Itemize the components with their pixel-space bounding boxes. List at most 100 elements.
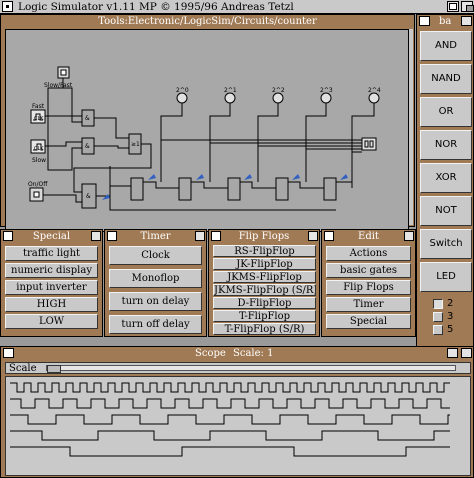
app-copyright: © 1995/96 Andreas Tetzl	[160, 1, 294, 13]
gate-and-1[interactable]: &	[85, 115, 90, 122]
scope-canvas	[5, 376, 471, 476]
edit-panel-title: Edit	[358, 231, 379, 242]
zoom-icon[interactable]	[308, 231, 318, 241]
rs-flipflop-button[interactable]: RS-FlipFlop	[213, 245, 316, 257]
zoom-icon[interactable]	[447, 348, 458, 358]
gate-or-1[interactable]: ≥1	[131, 141, 140, 148]
radio-5[interactable]	[433, 325, 443, 335]
special-panel-title: Special	[32, 231, 71, 242]
scale-bar: Scale	[5, 362, 471, 374]
inputs-2-option[interactable]: 2	[433, 298, 469, 310]
turn-off-delay-button[interactable]: turn off delay	[109, 315, 202, 334]
gate-palette-header: ba	[417, 15, 473, 28]
scope-signal-2	[10, 414, 450, 425]
clock-button[interactable]: Clock	[109, 246, 202, 265]
close-icon[interactable]	[2, 1, 13, 12]
d-flipflop-button[interactable]: D-FlipFlop	[213, 297, 316, 309]
inputs-5-label: 5	[447, 324, 454, 335]
label-bit-1: 2^1	[224, 87, 237, 94]
label-slow: Slow	[32, 157, 46, 164]
scale-slider-knob[interactable]	[47, 365, 61, 373]
zoom-icon[interactable]	[461, 16, 472, 26]
special-button[interactable]: Special	[326, 314, 411, 329]
monoflop-button[interactable]: Monoflop	[109, 269, 202, 288]
radio-3[interactable]	[433, 312, 443, 322]
inputs-2-label: 2	[447, 298, 454, 309]
label-bit-3: 2^3	[320, 87, 333, 94]
app-titlebar: Logic Simulator v1.11 MP © 1995/96 Andre…	[0, 0, 474, 14]
circuit-window: Tools:Electronic/LogicSim/Circuits/count…	[0, 14, 415, 232]
gate-and-3[interactable]: &	[86, 193, 91, 200]
inputs-5-option[interactable]: 5	[433, 324, 469, 336]
label-clk-2: CLK	[34, 146, 44, 152]
high-button[interactable]: HIGH	[5, 297, 98, 312]
label-bit-2: 2^2	[272, 87, 285, 94]
app-name: Logic Simulator v1.11 MP	[18, 1, 157, 13]
numeric-display-button[interactable]: numeric display	[5, 263, 98, 278]
scope-signal-0	[10, 382, 450, 393]
xor-button[interactable]: XOR	[420, 163, 472, 193]
low-button[interactable]: LOW	[5, 314, 98, 329]
inputs-3-label: 3	[447, 311, 454, 322]
scope-scale-text: Scale: 1	[233, 348, 274, 359]
flip-flops-button[interactable]: Flip Flops	[326, 280, 411, 295]
label-clk-1: CLK	[34, 116, 44, 122]
nor-button[interactable]: NOR	[420, 130, 472, 160]
gate-and-2[interactable]: &	[85, 143, 90, 150]
flipflops-panel-title: Flip Flops	[238, 231, 290, 242]
radio-2[interactable]	[433, 299, 443, 309]
led-button[interactable]: LED	[420, 262, 472, 292]
scale-slider[interactable]	[46, 365, 456, 373]
depth-icon[interactable]	[461, 348, 472, 358]
input-inverter-button[interactable]: input inverter	[5, 280, 98, 295]
timer-panel-title: Timer	[140, 231, 171, 242]
circuit-title-path: Electronic/LogicSim/Circuits/counter	[127, 16, 317, 27]
label-bit-4: 2^4	[368, 87, 381, 94]
scope-title: Scope	[195, 348, 226, 359]
app-title: Logic Simulator v1.11 MP © 1995/96 Andre…	[18, 0, 294, 14]
circuit-title-prefix: Tools:	[98, 16, 128, 27]
actions-button[interactable]: Actions	[326, 246, 411, 261]
circuit-scrollbar[interactable]	[409, 29, 413, 225]
close-icon[interactable]	[419, 16, 430, 26]
jk-flipflop-button[interactable]: JK-FlipFlop	[213, 258, 316, 270]
scope-header: Scope Scale: 1	[1, 347, 473, 360]
scope-signal-3	[10, 430, 450, 441]
scope-signal-1	[10, 398, 450, 409]
zoom-icon[interactable]	[195, 231, 205, 241]
t-flipflop-sr-button[interactable]: T-FlipFlop (S/R)	[213, 323, 316, 335]
t-flipflop-button[interactable]: T-FlipFlop	[213, 310, 316, 322]
scope-window: Scope Scale: 1 Scale	[0, 346, 474, 478]
or-button[interactable]: OR	[420, 97, 472, 127]
turn-on-delay-button[interactable]: turn on delay	[109, 292, 202, 311]
label-bit-0: 2^0	[176, 87, 189, 94]
scope-waveforms	[10, 382, 450, 457]
traffic-light-button[interactable]: traffic light	[5, 246, 98, 261]
label-slow-fast: Slow/Fast	[44, 82, 73, 89]
edit-panel: Edit Actions basic gates Flip Flops Time…	[321, 229, 416, 337]
jkms-flipflop-sr-button[interactable]: JKMS-FlipFlop (S/R)	[213, 284, 316, 296]
inputs-3-option[interactable]: 3	[433, 311, 469, 323]
jkms-flipflop-button[interactable]: JKMS-FlipFlop	[213, 271, 316, 283]
basic-gates-button[interactable]: basic gates	[326, 263, 411, 278]
circuit-canvas[interactable]: Slow/Fast Fast CLK Slow CLK On/Off 2^0 2…	[5, 29, 409, 232]
gate-palette: ba AND NAND OR NOR XOR NOT Switch LED 2 …	[416, 14, 474, 351]
and-button[interactable]: AND	[420, 31, 472, 61]
not-button[interactable]: NOT	[420, 196, 472, 226]
scale-label: Scale	[9, 363, 37, 374]
depth-icon[interactable]	[461, 1, 474, 12]
circuit-window-title: Tools:Electronic/LogicSim/Circuits/count…	[1, 15, 414, 28]
zoom-icon[interactable]	[404, 231, 414, 241]
zoom-icon[interactable]	[447, 1, 459, 12]
circuit-diagram[interactable]: Slow/Fast Fast CLK Slow CLK On/Off 2^0 2…	[6, 30, 409, 232]
gate-palette-title: ba	[439, 16, 452, 27]
zoom-icon[interactable]	[91, 231, 101, 241]
scope-signal-4	[10, 446, 450, 457]
switch-button[interactable]: Switch	[420, 229, 472, 259]
label-on-off: On/Off	[28, 181, 48, 188]
timer-button[interactable]: Timer	[326, 297, 411, 312]
nand-button[interactable]: NAND	[420, 64, 472, 94]
special-panel: Special traffic light numeric display in…	[0, 229, 103, 337]
timer-panel: Timer Clock Monoflop turn on delay turn …	[104, 229, 207, 337]
flipflops-panel: Flip Flops RS-FlipFlop JK-FlipFlop JKMS-…	[208, 229, 320, 337]
